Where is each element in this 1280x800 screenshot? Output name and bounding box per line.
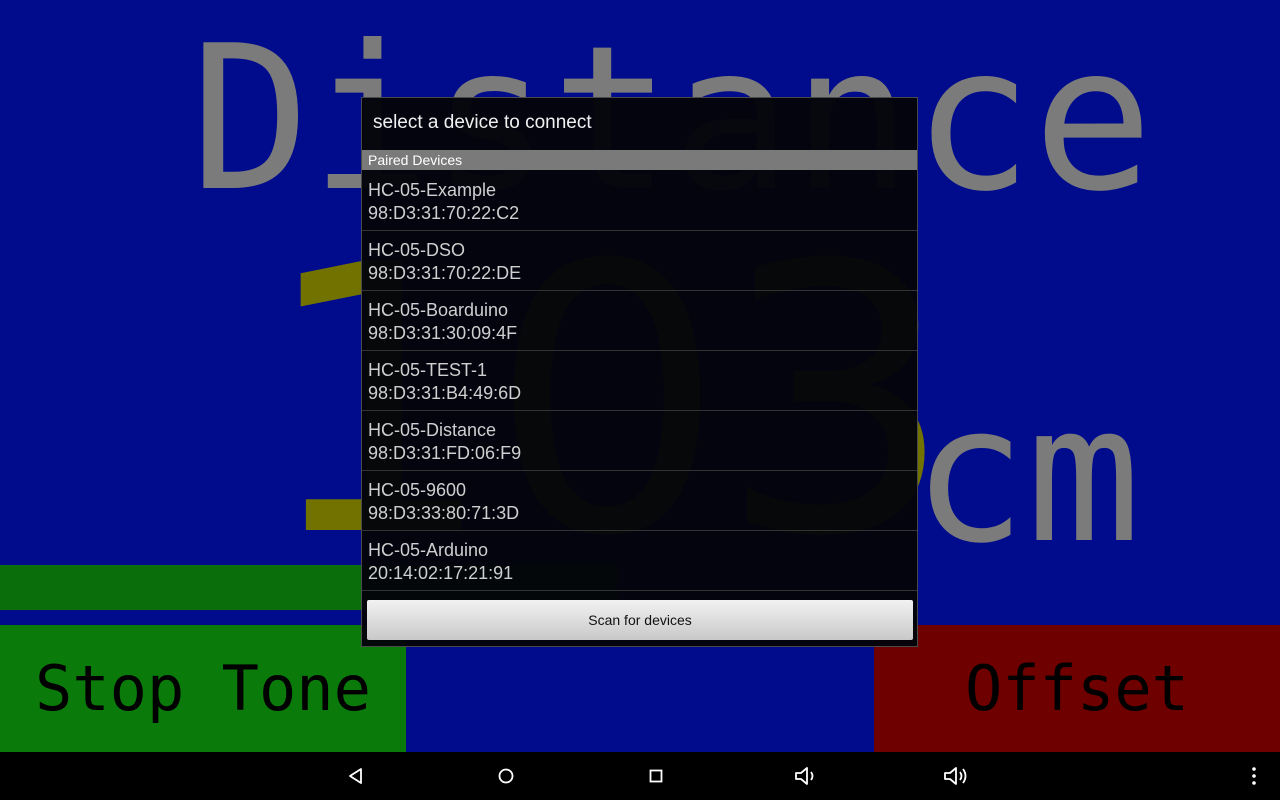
list-item[interactable]: HC-05-Example 98:D3:31:70:22:C2 xyxy=(362,171,917,231)
home-icon[interactable] xyxy=(492,762,520,790)
stop-tone-button[interactable]: Stop Tone xyxy=(0,625,406,752)
list-item[interactable]: HC-05-Boarduino 98:D3:31:30:09:4F xyxy=(362,291,917,351)
device-address: 98:D3:31:30:09:4F xyxy=(368,323,518,343)
device-picker-dialog: select a device to connect Paired Device… xyxy=(361,97,918,647)
paired-devices-header: Paired Devices xyxy=(362,150,917,170)
offset-button[interactable]: Offset xyxy=(874,625,1280,752)
device-name: HC-05-Boarduino xyxy=(368,300,509,320)
list-item[interactable]: HC-05-Arduino 20:14:02:17:21:91 xyxy=(362,531,917,591)
list-item[interactable]: HC-05-TEST-1 98:D3:31:B4:49:6D xyxy=(362,351,917,411)
list-item[interactable]: HC-05-9600 98:D3:33:80:71:3D xyxy=(362,471,917,531)
device-address: 98:D3:31:FD:06:F9 xyxy=(368,443,522,463)
device-address: 98:D3:31:70:22:DE xyxy=(368,263,522,283)
dialog-title: select a device to connect xyxy=(373,112,592,133)
device-address: 98:D3:31:70:22:C2 xyxy=(368,203,520,223)
system-navigation-bar xyxy=(0,752,1280,800)
back-icon[interactable] xyxy=(342,762,370,790)
device-name: HC-05-Example xyxy=(368,180,497,200)
distance-unit: cm xyxy=(912,364,1141,585)
recents-icon[interactable] xyxy=(642,762,670,790)
menu-icon[interactable] xyxy=(1240,762,1268,790)
volume-up-icon[interactable] xyxy=(942,762,970,790)
device-name: HC-05-Distance xyxy=(368,420,497,440)
scan-for-devices-button[interactable]: Scan for devices xyxy=(367,600,913,640)
device-name: HC-05-9600 xyxy=(368,480,467,500)
volume-down-icon[interactable] xyxy=(792,762,820,790)
list-item[interactable]: HC-05-Distance 98:D3:31:FD:06:F9 xyxy=(362,411,917,471)
device-address: 98:D3:31:B4:49:6D xyxy=(368,383,522,403)
device-name: HC-05-TEST-1 xyxy=(368,360,488,380)
device-name: HC-05-Arduino xyxy=(368,540,489,560)
device-address: 98:D3:33:80:71:3D xyxy=(368,503,520,523)
device-name: HC-05-DSO xyxy=(368,240,466,260)
device-address: 20:14:02:17:21:91 xyxy=(368,563,514,583)
list-item[interactable]: HC-05-DSO 98:D3:31:70:22:DE xyxy=(362,231,917,291)
